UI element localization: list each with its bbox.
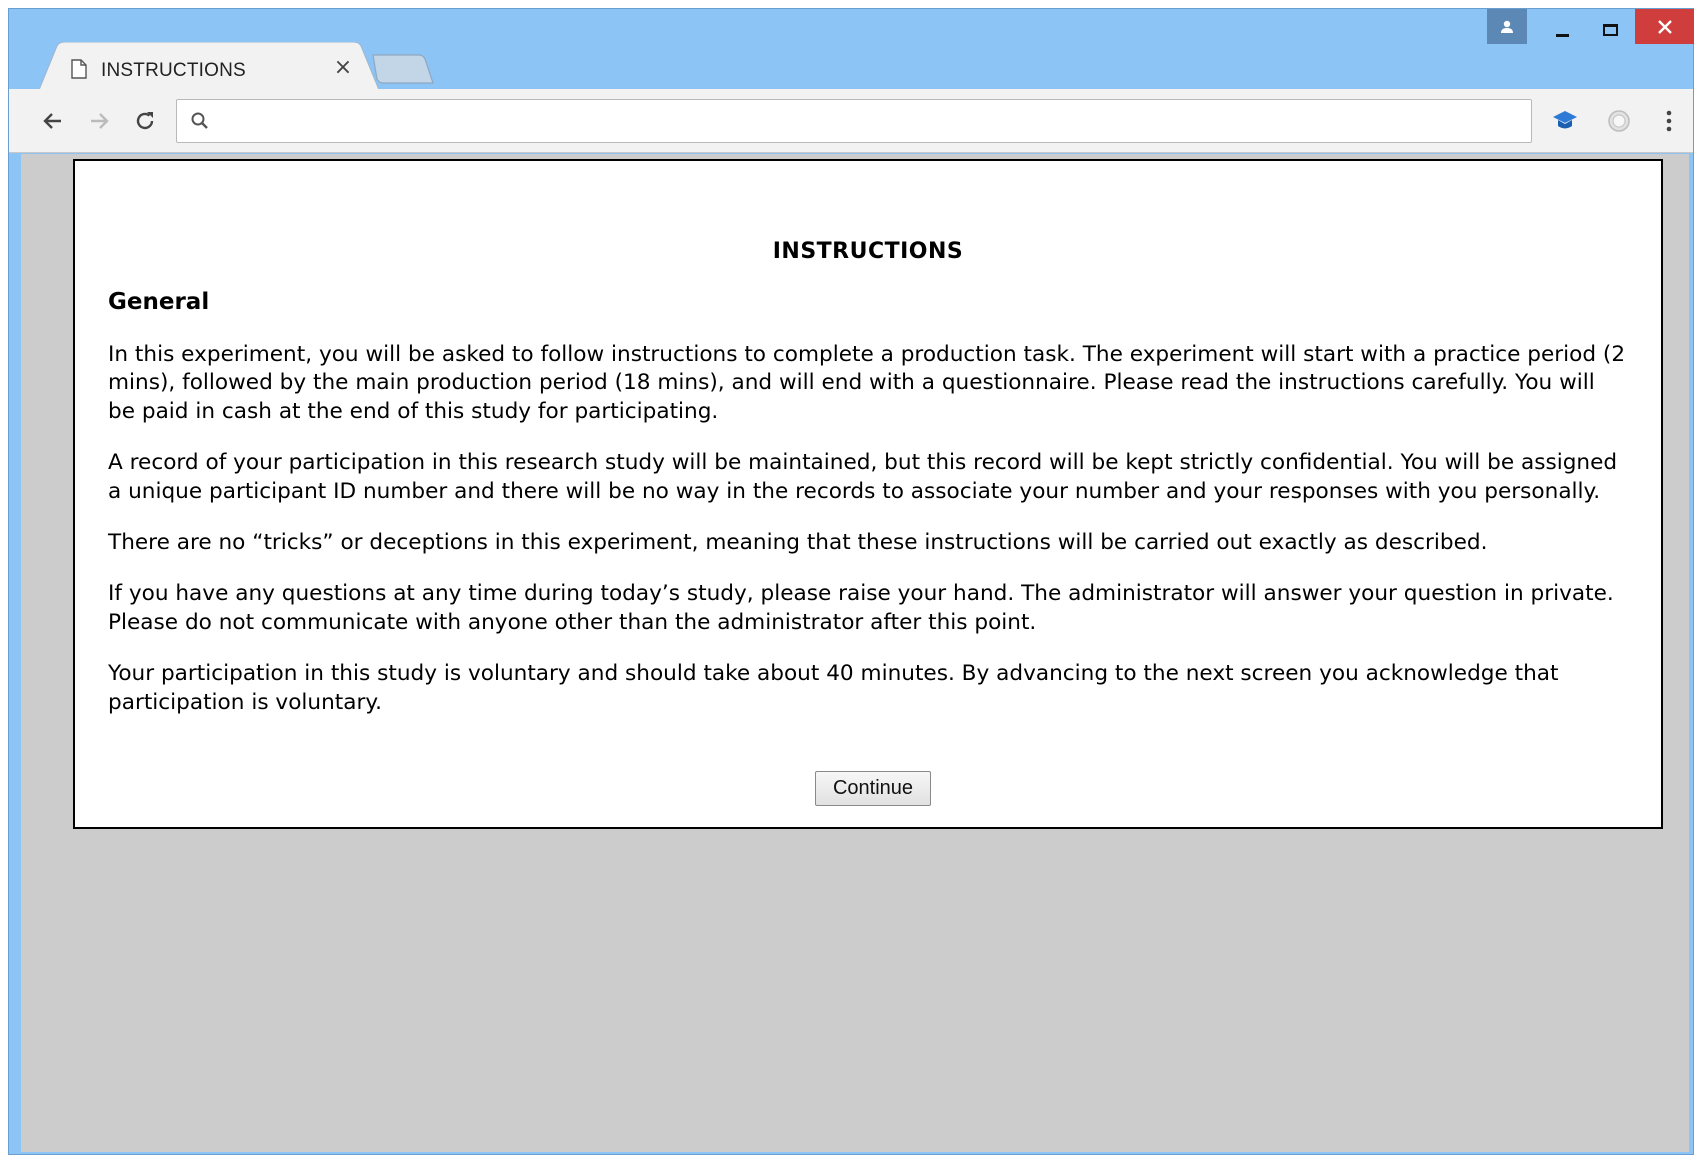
page-viewport: INSTRUCTIONS General In this experiment,… xyxy=(21,154,1689,1152)
minimize-icon xyxy=(1555,33,1569,37)
address-input[interactable] xyxy=(223,106,1513,136)
new-tab-button[interactable] xyxy=(369,53,435,87)
profile-button[interactable] xyxy=(1487,9,1527,44)
search-icon xyxy=(191,112,208,129)
graduation-cap-icon xyxy=(1553,111,1577,129)
section-heading: General xyxy=(108,289,210,315)
continue-button[interactable]: Continue xyxy=(815,771,931,806)
tab-close-button[interactable]: × xyxy=(331,56,355,80)
browser-window: INSTRUCTIONS × INSTRUCTIONS General In t… xyxy=(8,8,1694,1155)
browser-toolbar xyxy=(9,89,1693,153)
person-icon xyxy=(1501,20,1513,33)
maximize-button[interactable] xyxy=(1587,13,1633,47)
reload-icon xyxy=(136,112,154,130)
circle-extension-icon xyxy=(1608,110,1630,132)
paragraph: A record of your participation in this r… xyxy=(108,450,1618,504)
close-icon xyxy=(1658,19,1672,34)
paragraph: In this experiment, you will be asked to… xyxy=(108,342,1626,424)
page-title: INSTRUCTIONS xyxy=(772,239,964,264)
document-icon xyxy=(71,59,87,79)
paragraph: If you have any questions at any time du… xyxy=(108,581,1614,635)
address-bar[interactable] xyxy=(176,99,1532,143)
paragraph: Your participation in this study is volu… xyxy=(108,661,1559,715)
instructions-body: In this experiment, you will be asked to… xyxy=(108,341,1628,740)
close-window-button[interactable] xyxy=(1635,9,1694,44)
paragraph: There are no “tricks” or deceptions in t… xyxy=(108,530,1488,556)
tab-title: INSTRUCTIONS xyxy=(101,60,246,81)
reload-button[interactable] xyxy=(127,103,163,139)
maximize-icon xyxy=(1602,24,1618,36)
arrow-left-icon xyxy=(43,113,61,129)
forward-button[interactable] xyxy=(81,103,117,139)
extension-button[interactable] xyxy=(1547,103,1583,139)
more-vertical-icon xyxy=(1666,110,1672,132)
minimize-button[interactable] xyxy=(1539,13,1585,47)
arrow-right-icon xyxy=(91,113,109,129)
instructions-panel: INSTRUCTIONS General In this experiment,… xyxy=(73,159,1663,829)
back-button[interactable] xyxy=(35,103,71,139)
extension-button-2[interactable] xyxy=(1601,103,1637,139)
browser-menu-button[interactable] xyxy=(1651,103,1687,139)
